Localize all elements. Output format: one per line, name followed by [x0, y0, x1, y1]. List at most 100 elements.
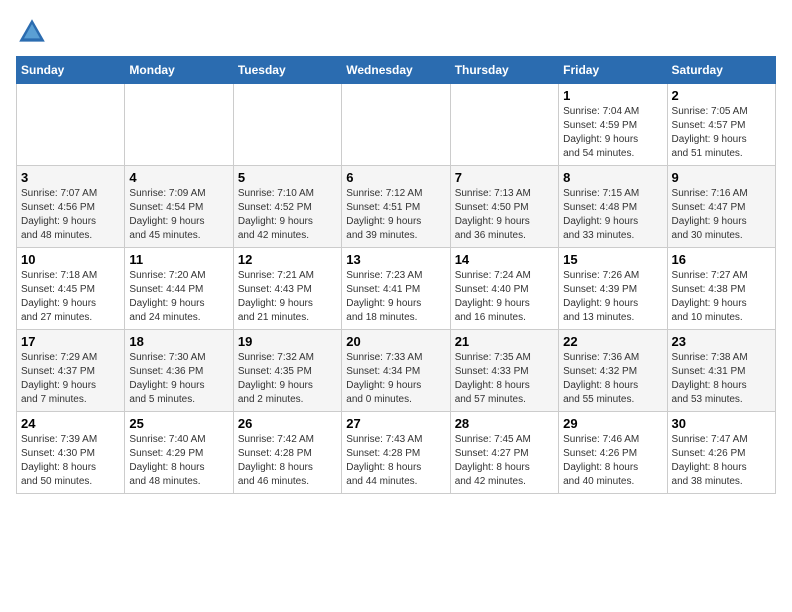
day-number: 24	[21, 416, 120, 431]
day-info: Sunrise: 7:42 AM Sunset: 4:28 PM Dayligh…	[238, 433, 337, 489]
day-number: 25	[129, 416, 228, 431]
day-number: 7	[455, 170, 554, 185]
day-cell: 16 Sunrise: 7:27 AM Sunset: 4:38 PM Dayli…	[667, 248, 775, 330]
day-number: 9	[672, 170, 771, 185]
day-cell: 5Sunrise: 7:10 AM Sunset: 4:52 PM Daylig…	[233, 166, 341, 248]
day-info: Sunrise: 7:07 AM Sunset: 4:56 PM Dayligh…	[21, 187, 120, 243]
day-info: Sunrise: 7:30 AM Sunset: 4:36 PM Dayligh…	[129, 351, 228, 407]
day-cell: 12 Sunrise: 7:21 AM Sunset: 4:43 PM Dayli…	[233, 248, 341, 330]
day-number: 10	[21, 252, 120, 267]
day-cell: 1Sunrise: 7:04 AM Sunset: 4:59 PM Daylig…	[559, 84, 667, 166]
day-number: 17	[21, 334, 120, 349]
day-number: 13	[346, 252, 445, 267]
day-number: 3	[21, 170, 120, 185]
day-info: Sunrise: 7:43 AM Sunset: 4:28 PM Dayligh…	[346, 433, 445, 489]
day-info: Sunrise: 7:05 AM Sunset: 4:57 PM Dayligh…	[672, 105, 771, 161]
logo-icon	[16, 16, 48, 48]
week-row-2: 3 Sunrise: 7:07 AM Sunset: 4:56 PM Daylig…	[17, 166, 776, 248]
day-cell: 17 Sunrise: 7:29 AM Sunset: 4:37 PM Dayli…	[17, 330, 125, 412]
day-cell: 6 Sunrise: 7:12 AM Sunset: 4:51 PM Daylig…	[342, 166, 450, 248]
day-cell: 24 Sunrise: 7:39 AM Sunset: 4:30 PM Dayli…	[17, 412, 125, 494]
day-cell: 21 Sunrise: 7:35 AM Sunset: 4:33 PM Dayli…	[450, 330, 558, 412]
day-cell: 10 Sunrise: 7:18 AM Sunset: 4:45 PM Dayli…	[17, 248, 125, 330]
day-info: Sunrise: 7:36 AM Sunset: 4:32 PM Dayligh…	[563, 351, 662, 407]
day-cell	[450, 84, 558, 166]
day-info: Sunrise: 7:15 AM Sunset: 4:48 PM Dayligh…	[563, 187, 662, 243]
day-number: 26	[238, 416, 337, 431]
day-info: Sunrise: 7:32 AM Sunset: 4:35 PM Dayligh…	[238, 351, 337, 407]
day-info: Sunrise: 7:20 AM Sunset: 4:44 PM Dayligh…	[129, 269, 228, 325]
day-cell: 3 Sunrise: 7:07 AM Sunset: 4:56 PM Daylig…	[17, 166, 125, 248]
day-cell: 13 Sunrise: 7:23 AM Sunset: 4:41 PM Dayli…	[342, 248, 450, 330]
day-cell	[17, 84, 125, 166]
day-number: 23	[672, 334, 771, 349]
day-cell: 9 Sunrise: 7:16 AM Sunset: 4:47 PM Daylig…	[667, 166, 775, 248]
day-info: Sunrise: 7:38 AM Sunset: 4:31 PM Dayligh…	[672, 351, 771, 407]
weekday-header-friday: Friday	[559, 57, 667, 84]
day-number: 4	[129, 170, 228, 185]
weekday-header-monday: Monday	[125, 57, 233, 84]
day-number: 6	[346, 170, 445, 185]
day-info: Sunrise: 7:46 AM Sunset: 4:26 PM Dayligh…	[563, 433, 662, 489]
day-cell: 23 Sunrise: 7:38 AM Sunset: 4:31 PM Dayli…	[667, 330, 775, 412]
day-info: Sunrise: 7:29 AM Sunset: 4:37 PM Dayligh…	[21, 351, 120, 407]
day-info: Sunrise: 7:04 AM Sunset: 4:59 PM Dayligh…	[563, 105, 662, 161]
day-number: 12	[238, 252, 337, 267]
day-cell: 4 Sunrise: 7:09 AM Sunset: 4:54 PM Daylig…	[125, 166, 233, 248]
week-row-1: 1Sunrise: 7:04 AM Sunset: 4:59 PM Daylig…	[17, 84, 776, 166]
day-info: Sunrise: 7:13 AM Sunset: 4:50 PM Dayligh…	[455, 187, 554, 243]
day-info: Sunrise: 7:23 AM Sunset: 4:41 PM Dayligh…	[346, 269, 445, 325]
day-cell: 7 Sunrise: 7:13 AM Sunset: 4:50 PM Daylig…	[450, 166, 558, 248]
day-info: Sunrise: 7:27 AM Sunset: 4:38 PM Dayligh…	[672, 269, 771, 325]
day-number: 22	[563, 334, 662, 349]
day-cell: 15 Sunrise: 7:26 AM Sunset: 4:39 PM Dayli…	[559, 248, 667, 330]
day-info: Sunrise: 7:21 AM Sunset: 4:43 PM Dayligh…	[238, 269, 337, 325]
day-cell	[342, 84, 450, 166]
day-cell: 30 Sunrise: 7:47 AM Sunset: 4:26 PM Dayli…	[667, 412, 775, 494]
day-cell	[233, 84, 341, 166]
day-number: 21	[455, 334, 554, 349]
day-info: Sunrise: 7:35 AM Sunset: 4:33 PM Dayligh…	[455, 351, 554, 407]
day-info: Sunrise: 7:39 AM Sunset: 4:30 PM Dayligh…	[21, 433, 120, 489]
day-cell	[125, 84, 233, 166]
day-cell: 14 Sunrise: 7:24 AM Sunset: 4:40 PM Dayli…	[450, 248, 558, 330]
day-cell: 22 Sunrise: 7:36 AM Sunset: 4:32 PM Dayli…	[559, 330, 667, 412]
day-number: 19	[238, 334, 337, 349]
day-info: Sunrise: 7:09 AM Sunset: 4:54 PM Dayligh…	[129, 187, 228, 243]
weekday-header-saturday: Saturday	[667, 57, 775, 84]
day-number: 30	[672, 416, 771, 431]
day-info: Sunrise: 7:47 AM Sunset: 4:26 PM Dayligh…	[672, 433, 771, 489]
logo	[16, 16, 52, 48]
day-info: Sunrise: 7:16 AM Sunset: 4:47 PM Dayligh…	[672, 187, 771, 243]
day-number: 8	[563, 170, 662, 185]
day-number: 29	[563, 416, 662, 431]
day-number: 28	[455, 416, 554, 431]
weekday-header-sunday: Sunday	[17, 57, 125, 84]
day-number: 18	[129, 334, 228, 349]
weekday-header-tuesday: Tuesday	[233, 57, 341, 84]
day-info: Sunrise: 7:10 AM Sunset: 4:52 PM Dayligh…	[238, 187, 337, 243]
week-row-5: 24 Sunrise: 7:39 AM Sunset: 4:30 PM Dayli…	[17, 412, 776, 494]
day-cell: 2Sunrise: 7:05 AM Sunset: 4:57 PM Daylig…	[667, 84, 775, 166]
day-number: 14	[455, 252, 554, 267]
day-number: 27	[346, 416, 445, 431]
day-cell: 20 Sunrise: 7:33 AM Sunset: 4:34 PM Dayli…	[342, 330, 450, 412]
day-info: Sunrise: 7:26 AM Sunset: 4:39 PM Dayligh…	[563, 269, 662, 325]
week-row-4: 17 Sunrise: 7:29 AM Sunset: 4:37 PM Dayli…	[17, 330, 776, 412]
day-number: 15	[563, 252, 662, 267]
day-cell: 28 Sunrise: 7:45 AM Sunset: 4:27 PM Dayli…	[450, 412, 558, 494]
day-info: Sunrise: 7:24 AM Sunset: 4:40 PM Dayligh…	[455, 269, 554, 325]
day-cell: 29 Sunrise: 7:46 AM Sunset: 4:26 PM Dayli…	[559, 412, 667, 494]
day-info: Sunrise: 7:33 AM Sunset: 4:34 PM Dayligh…	[346, 351, 445, 407]
day-cell: 8 Sunrise: 7:15 AM Sunset: 4:48 PM Daylig…	[559, 166, 667, 248]
day-info: Sunrise: 7:12 AM Sunset: 4:51 PM Dayligh…	[346, 187, 445, 243]
weekday-header-thursday: Thursday	[450, 57, 558, 84]
day-cell: 18 Sunrise: 7:30 AM Sunset: 4:36 PM Dayli…	[125, 330, 233, 412]
day-number: 20	[346, 334, 445, 349]
day-info: Sunrise: 7:45 AM Sunset: 4:27 PM Dayligh…	[455, 433, 554, 489]
day-info: Sunrise: 7:18 AM Sunset: 4:45 PM Dayligh…	[21, 269, 120, 325]
day-number: 11	[129, 252, 228, 267]
weekday-header-row: SundayMondayTuesdayWednesdayThursdayFrid…	[17, 57, 776, 84]
day-cell: 19 Sunrise: 7:32 AM Sunset: 4:35 PM Dayli…	[233, 330, 341, 412]
day-number: 16	[672, 252, 771, 267]
